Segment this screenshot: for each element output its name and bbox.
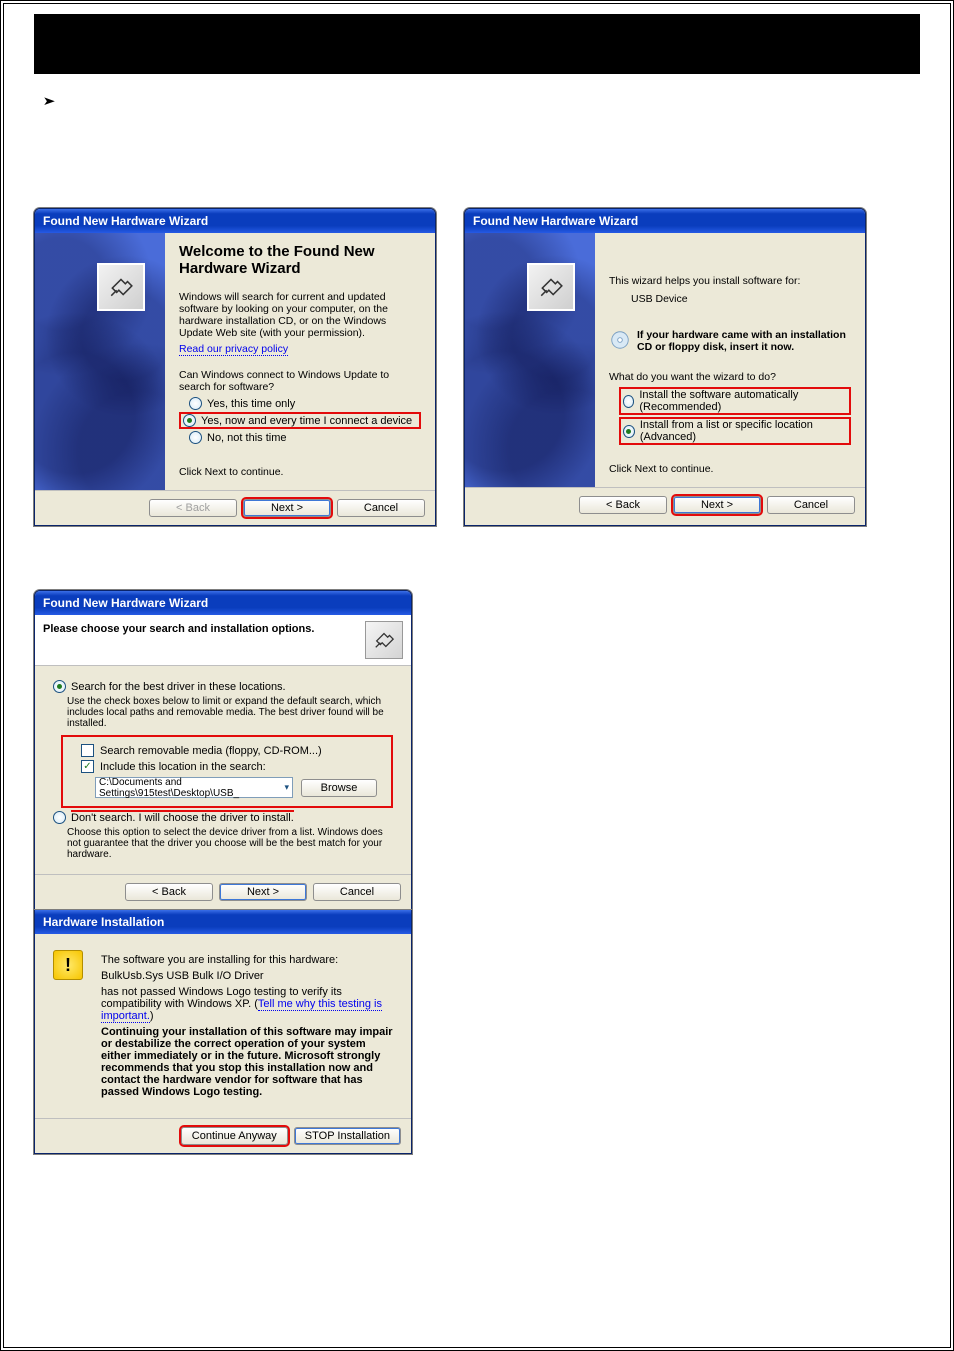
dialog4-l2: BulkUsb.Sys USB Bulk I/O Driver xyxy=(101,970,393,982)
dialog3-header-text: Please choose your search and installati… xyxy=(43,621,365,635)
bullet-row: ➤ xyxy=(44,94,910,108)
dialog2-cdnote: If your hardware came with an installati… xyxy=(637,329,851,353)
checkbox-removable-media-label: Search removable media (floppy, CD-ROM..… xyxy=(100,745,322,757)
found-new-hardware-dialog-2: Found New Hardware Wizard This wizard he… xyxy=(464,208,866,526)
dialog3-back-button[interactable]: < Back xyxy=(125,883,213,901)
dialog2-helps: This wizard helps you install software f… xyxy=(609,275,851,287)
arrow-bullet-icon: ➤ xyxy=(42,94,55,108)
hardware-installation-dialog: Hardware Installation ! The software you… xyxy=(34,910,412,1154)
radio-yes-every-time[interactable] xyxy=(183,414,196,427)
browse-button[interactable]: Browse xyxy=(301,779,377,797)
dialog1-heading: Welcome to the Found New Hardware Wizard xyxy=(179,243,421,277)
found-new-hardware-dialog-3: Found New Hardware Wizard Please choose … xyxy=(34,590,412,910)
radio-dont-search-label: Don't search. I will choose the driver t… xyxy=(71,810,294,824)
dialog2-title: Found New Hardware Wizard xyxy=(465,209,865,233)
checkbox-include-location-label: Include this location in the search: xyxy=(100,761,266,773)
radio-yes-this-time-label: Yes, this time only xyxy=(207,398,295,410)
radio-install-list[interactable] xyxy=(623,425,635,438)
hardware-device-icon xyxy=(527,263,575,311)
warning-icon: ! xyxy=(53,950,83,980)
radio-install-list-label: Install from a list or specific location… xyxy=(640,419,847,443)
dialog4-l4: Continuing your installation of this sof… xyxy=(101,1026,393,1098)
path-dropdown[interactable]: C:\Documents and Settings\915test\Deskto… xyxy=(95,777,293,798)
hardware-device-icon xyxy=(365,621,403,659)
radio-no-not-this-time[interactable] xyxy=(189,431,202,444)
radio-yes-every-time-label: Yes, now and every time I connect a devi… xyxy=(201,415,412,427)
dialog4-title: Hardware Installation xyxy=(35,910,411,934)
radio-dont-search[interactable] xyxy=(53,811,66,824)
dialog2-question: What do you want the wizard to do? xyxy=(609,371,851,383)
privacy-link[interactable]: Read our privacy policy xyxy=(179,343,288,356)
dialog3-help1: Use the check boxes below to limit or ex… xyxy=(67,696,387,729)
header-black-bar xyxy=(34,14,920,74)
dialog3-help2: Choose this option to select the device … xyxy=(67,827,387,860)
radio-install-auto-label: Install the software automatically (Reco… xyxy=(639,389,847,413)
path-dropdown-value: C:\Documents and Settings\915test\Deskto… xyxy=(99,777,284,799)
dialog4-l3b: ) xyxy=(150,1010,154,1022)
dialog1-next-button[interactable]: Next > xyxy=(243,499,331,517)
dialog4-l1: The software you are installing for this… xyxy=(101,954,393,966)
dialog2-continue: Click Next to continue. xyxy=(609,463,851,475)
dialog1-back-button[interactable]: < Back xyxy=(149,499,237,517)
dialog1-title: Found New Hardware Wizard xyxy=(35,209,435,233)
radio-no-not-this-time-label: No, not this time xyxy=(207,432,286,444)
stop-installation-button[interactable]: STOP Installation xyxy=(294,1127,401,1145)
dialog1-continue: Click Next to continue. xyxy=(179,466,421,478)
found-new-hardware-dialog-1: Found New Hardware Wizard Welcome to the… xyxy=(34,208,436,526)
radio-search-best[interactable] xyxy=(53,680,66,693)
radio-yes-this-time[interactable] xyxy=(189,397,202,410)
dialog2-cancel-button[interactable]: Cancel xyxy=(767,496,855,514)
chevron-down-icon: ▾ xyxy=(284,782,289,793)
dialog3-cancel-button[interactable]: Cancel xyxy=(313,883,401,901)
wizard-sidebar-image xyxy=(465,233,595,487)
checkbox-removable-media[interactable]: ✓ xyxy=(81,744,94,757)
dialog3-next-button[interactable]: Next > xyxy=(219,883,307,901)
dialog2-back-button[interactable]: < Back xyxy=(579,496,667,514)
cdrom-icon xyxy=(609,329,631,351)
dialog2-next-button[interactable]: Next > xyxy=(673,496,761,514)
hardware-device-icon xyxy=(97,263,145,311)
dialog1-cancel-button[interactable]: Cancel xyxy=(337,499,425,517)
radio-search-best-label: Search for the best driver in these loca… xyxy=(71,681,286,693)
dialog2-device: USB Device xyxy=(631,293,851,305)
dialog1-question: Can Windows connect to Windows Update to… xyxy=(179,369,421,393)
dialog3-title: Found New Hardware Wizard xyxy=(35,591,411,615)
dialog1-desc: Windows will search for current and upda… xyxy=(179,291,421,339)
checkbox-include-location[interactable]: ✓ xyxy=(81,760,94,773)
continue-anyway-button[interactable]: Continue Anyway xyxy=(181,1127,288,1145)
wizard-sidebar-image xyxy=(35,233,165,490)
radio-install-auto[interactable] xyxy=(623,395,634,408)
